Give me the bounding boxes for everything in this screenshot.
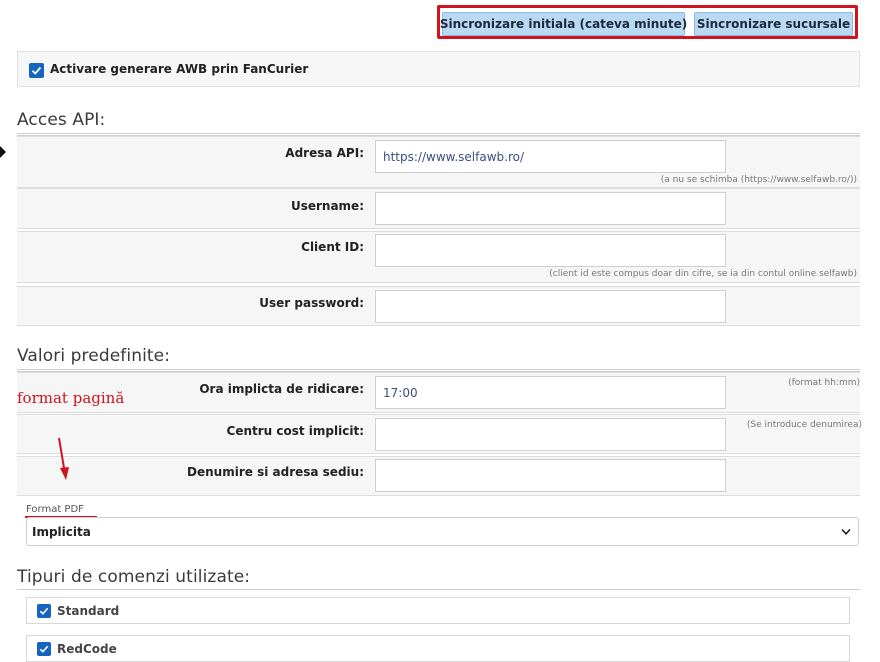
standard-label: Standard	[57, 603, 120, 618]
order-type-standard[interactable]: Standard	[26, 597, 850, 624]
cost-center-row: Centru cost implicit: (Se introduce denu…	[17, 414, 862, 454]
headquarters-row: Denumire si adresa sediu:	[17, 456, 860, 496]
activation-checkbox[interactable]	[29, 63, 44, 78]
annotation-arrow-icon	[58, 437, 69, 480]
pdf-format-select[interactable]: Implicita	[26, 517, 859, 546]
pdf-format-value: Implicita	[32, 524, 91, 539]
client-id-hint: (client id este compus doar din cifre, s…	[549, 269, 857, 279]
pdf-format-label: Format PDF	[26, 504, 84, 515]
client-id-label: Client ID:	[301, 240, 364, 254]
order-types-title: Tipuri de comenzi utilizate:	[17, 567, 251, 587]
redcode-checkbox[interactable]	[37, 641, 51, 656]
password-input[interactable]	[375, 290, 726, 323]
checkmark-icon	[39, 645, 49, 653]
username-label: Username:	[290, 199, 364, 213]
api-address-input[interactable]: https://www.selfawb.ro/	[375, 140, 726, 173]
activation-panel: Activare generare AWB prin FanCurier	[17, 51, 860, 87]
api-address-hint: (a nu se schimba (https://www.selfawb.ro…	[660, 175, 857, 185]
chevron-down-icon	[841, 528, 851, 535]
defaults-section-title: Valori predefinite:	[17, 346, 171, 366]
headquarters-input[interactable]	[375, 459, 726, 492]
password-row: User password:	[17, 286, 860, 326]
sync-initial-button[interactable]: Sincronizare initiala (cateva minute)	[440, 12, 687, 36]
client-id-input[interactable]	[375, 234, 726, 267]
standard-checkbox[interactable]	[37, 603, 51, 618]
redcode-label: RedCode	[57, 641, 117, 656]
cost-center-input[interactable]	[375, 418, 726, 451]
client-id-row: Client ID: (client id este compus doar d…	[17, 231, 860, 283]
sync-buttons-highlight: Sincronizare initiala (cateva minute) Si…	[437, 5, 858, 39]
pickup-time-input[interactable]: 17:00	[375, 376, 726, 409]
pickup-time-hint: (format hh:mm)	[788, 378, 860, 388]
username-input[interactable]	[375, 192, 726, 225]
annotation-text: format pagină	[17, 389, 125, 407]
cost-center-label: Centru cost implicit:	[226, 424, 364, 438]
cost-center-hint: (Se introduce denumirea)	[746, 420, 862, 430]
sync-branches-button[interactable]: Sincronizare sucursale	[694, 12, 853, 36]
api-address-row: Adresa API: https://www.selfawb.ro/ (a n…	[17, 136, 860, 188]
row-pointer-icon	[0, 146, 6, 158]
password-label: User password:	[259, 296, 364, 310]
checkmark-icon	[39, 607, 49, 615]
headquarters-label: Denumire si adresa sediu:	[187, 465, 364, 479]
username-row: Username:	[17, 188, 860, 229]
activation-label: Activare generare AWB prin FanCurier	[50, 62, 309, 76]
api-address-label: Adresa API:	[285, 146, 364, 160]
divider	[17, 589, 860, 590]
api-section-title: Acces API:	[17, 110, 106, 130]
pickup-time-row: Ora implicta de ridicare: 17:00 (format …	[17, 372, 860, 413]
checkmark-icon	[31, 66, 42, 75]
